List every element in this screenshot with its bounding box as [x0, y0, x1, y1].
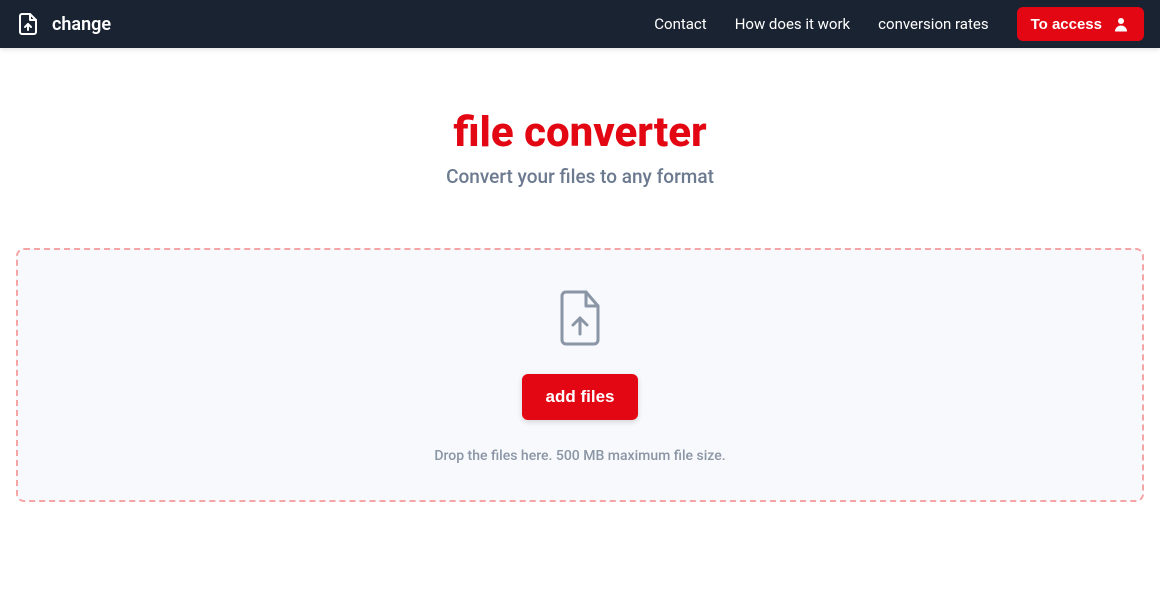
- add-files-button[interactable]: add files: [522, 374, 639, 420]
- access-button[interactable]: To access: [1017, 7, 1144, 41]
- logo[interactable]: change: [16, 12, 111, 36]
- logo-text: change: [52, 14, 111, 35]
- header: change Contact How does it work conversi…: [0, 0, 1160, 48]
- file-upload-icon: [556, 290, 604, 346]
- access-button-label: To access: [1031, 16, 1102, 33]
- file-upload-icon: [16, 12, 40, 36]
- page-title: file converter: [16, 108, 1144, 157]
- dropzone-hint: Drop the files here. 500 MB maximum file…: [434, 448, 725, 464]
- nav: Contact How does it work conversion rate…: [654, 7, 1144, 41]
- nav-link-how-it-works[interactable]: How does it work: [735, 15, 850, 33]
- dropzone[interactable]: add files Drop the files here. 500 MB ma…: [16, 248, 1144, 502]
- user-icon: [1112, 15, 1130, 33]
- nav-link-contact[interactable]: Contact: [654, 15, 706, 33]
- nav-link-conversion-rates[interactable]: conversion rates: [878, 15, 988, 33]
- page-subtitle: Convert your files to any format: [16, 165, 1144, 188]
- main-content: file converter Convert your files to any…: [0, 48, 1160, 502]
